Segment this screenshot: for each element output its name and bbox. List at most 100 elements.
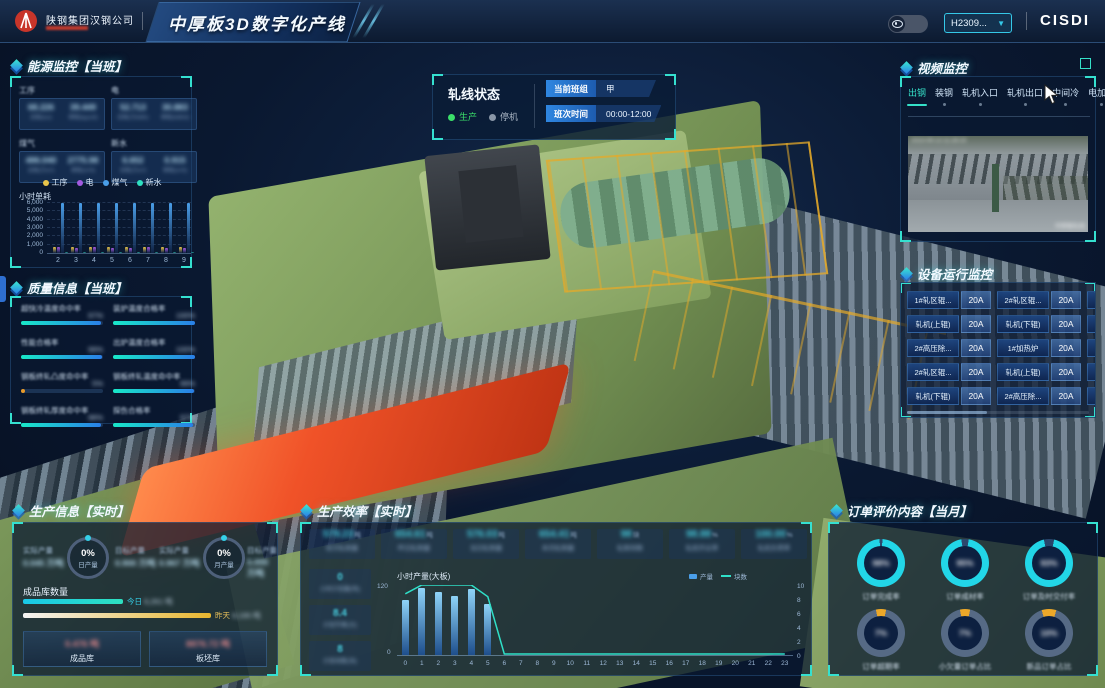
- month-target-value: 5.000 万吨: [247, 557, 277, 579]
- energy-metric: 30.883单耗(kWh/t): [154, 99, 196, 129]
- quality-item: 超快冷温度命中率 97%: [21, 303, 103, 329]
- quality-item: 探伤合格率97%: [113, 405, 195, 431]
- equipment-item: 轧机(上辊)20A: [907, 315, 991, 333]
- donut-label: 小欠量订单占比: [920, 661, 1010, 672]
- bar: [125, 247, 128, 253]
- bar: [169, 203, 172, 253]
- donut-label: 订单及时交付率: [1004, 591, 1094, 602]
- energy-value: 39.449: [62, 102, 104, 112]
- device-select-dropdown[interactable]: H2309... ▼: [944, 13, 1012, 33]
- equipment-label: 轧机(上辊): [997, 363, 1049, 381]
- bar-group: [71, 203, 86, 253]
- right-axis-tick: 10: [797, 583, 804, 590]
- eye-icon: [892, 20, 903, 28]
- quality-progress-fill: [113, 389, 194, 393]
- visibility-toggle[interactable]: [888, 15, 928, 33]
- equipment-item-partial: [1087, 339, 1096, 357]
- energy-value: 68.226: [20, 102, 62, 112]
- expand-icon[interactable]: [1080, 58, 1091, 69]
- equipment-item: 2#高压除...20A: [997, 387, 1081, 405]
- equipment-row: 2#轧区辊...20A轧机(上辊)20A: [907, 363, 1096, 381]
- donut-value: 98%: [857, 539, 905, 587]
- bar: [65, 252, 68, 254]
- hour-tick: 16: [663, 660, 675, 667]
- hour-tick: 9: [548, 660, 560, 667]
- bar: [155, 252, 158, 254]
- equipment-item: 2#高压除...20A: [907, 339, 991, 357]
- left-axis-min: 0: [387, 649, 391, 656]
- quality-progress-fill: [113, 423, 193, 427]
- bar: [151, 203, 154, 253]
- quality-value: 97%: [88, 311, 103, 320]
- equipment-scrollbar[interactable]: [907, 411, 1089, 414]
- hour-tick: 22: [762, 660, 774, 667]
- hour-tick: 15: [647, 660, 659, 667]
- bar: [143, 247, 146, 253]
- quality-metric-grid: 超快冷温度命中率97%装炉温度合格率100%性能合格率99%出炉温度合格率100…: [21, 303, 195, 431]
- legend-item: 煤气: [103, 177, 128, 188]
- month-target-label: 目标产量: [247, 545, 277, 556]
- energy-group-name: 电: [111, 85, 197, 96]
- bar-group: [89, 203, 104, 253]
- page-title: 中厚板3D数字化产线: [168, 10, 346, 35]
- equipment-value: 20A: [1051, 291, 1081, 309]
- quality-value: 99%: [88, 345, 103, 354]
- x-tick-label: 9: [177, 257, 191, 264]
- y-tick-label: 2,000: [17, 232, 43, 239]
- scrollbar-thumb[interactable]: [907, 411, 987, 414]
- bar-group: [53, 203, 68, 253]
- bar: [107, 247, 110, 253]
- bar: [137, 252, 140, 254]
- finished-stock-card: 0.476 吨 成品库: [23, 631, 141, 667]
- x-tick-label: 5: [105, 257, 119, 264]
- quality-item: 性能合格率99%: [21, 337, 103, 363]
- company-logo-icon: [14, 9, 38, 33]
- video-panel-title: 视频监控: [902, 58, 967, 77]
- y-tick-label: 4,000: [17, 216, 43, 223]
- left-edge-tab[interactable]: [0, 276, 6, 302]
- energy-panel-title: 能源监控【当班】: [12, 56, 127, 75]
- quality-label: 探伤合格率: [113, 406, 151, 415]
- quality-panel-title: 质量信息【当班】: [12, 278, 127, 297]
- energy-value: 486.040: [20, 155, 62, 165]
- hour-tick: 11: [581, 660, 593, 667]
- equipment-panel-title: 设备运行监控: [902, 264, 992, 283]
- month-actual-value: 0.967 万吨: [159, 557, 200, 569]
- equipment-label: 轧机(下辊): [997, 315, 1049, 333]
- energy-bar-chart: [47, 203, 191, 254]
- header-divider: [1026, 12, 1027, 30]
- day-actual-label: 实际产量: [23, 545, 53, 556]
- bar-group: [161, 203, 176, 253]
- yesterday-stock-bar: [23, 613, 211, 618]
- legend-label: 电: [86, 178, 94, 187]
- energy-panel: 工序68.226总耗(tce)39.449单耗(kgce/t)电52.713总耗…: [10, 76, 192, 268]
- hour-tick: 12: [597, 660, 609, 667]
- camera-tab-2[interactable]: 装钢: [935, 86, 953, 99]
- right-axis-tick: 6: [797, 611, 801, 618]
- energy-group-name: 工序: [19, 85, 105, 96]
- x-tick-label: 6: [123, 257, 137, 264]
- camera-tab-4[interactable]: 轧机出口: [1007, 86, 1043, 99]
- bar: [179, 247, 182, 253]
- gray-dot-icon: [489, 114, 496, 121]
- equipment-label: [1087, 291, 1096, 309]
- bar: [183, 248, 186, 253]
- energy-group-name: 新水: [111, 138, 197, 149]
- equipment-item-partial: [1087, 315, 1096, 333]
- day-target-label: 目标产量: [115, 545, 145, 556]
- equipment-item: 1#轧区辊...20A: [907, 291, 991, 309]
- camera-tab-6[interactable]: 电加热: [1088, 86, 1105, 99]
- equipment-panel: 1#轧区辊...20A2#轧区辊...20A轧机(上辊)20A轧机(下辊)20A…: [900, 282, 1096, 418]
- order-donut: 95%: [941, 539, 989, 587]
- month-actual-label: 实际产量: [159, 545, 189, 556]
- bar: [147, 247, 150, 253]
- camera-tab-3[interactable]: 轧机入口: [962, 86, 998, 99]
- equipment-label: 轧机(下辊): [907, 387, 959, 405]
- cctv-thumbnail[interactable]: 2023-09-13 11:28:14 中厚板轧线: [908, 136, 1088, 232]
- quality-label: 超快冷温度命中率: [21, 304, 81, 313]
- camera-tab-1[interactable]: 出钢: [908, 86, 926, 99]
- cctv-timestamp: 2023-09-13 11:28:14: [911, 138, 966, 144]
- hour-tick: 7: [515, 660, 527, 667]
- equipment-row: 轧机(下辊)20A2#高压除...20A: [907, 387, 1096, 405]
- bar: [187, 203, 190, 253]
